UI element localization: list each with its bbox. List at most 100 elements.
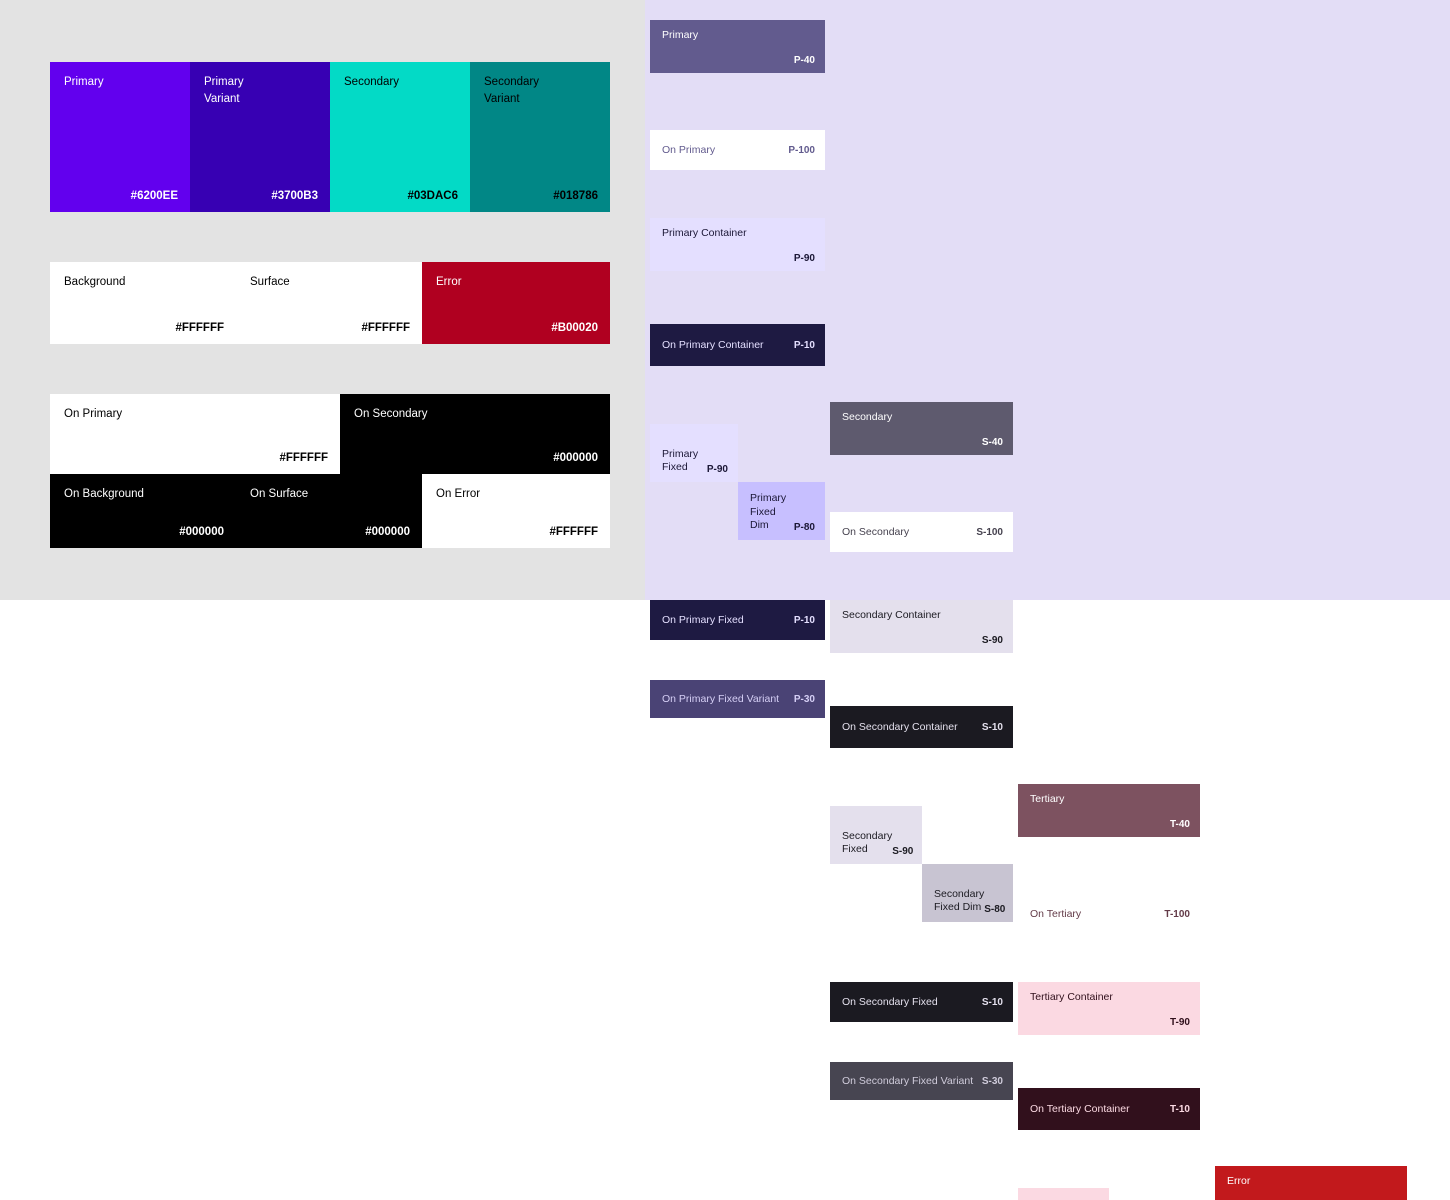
swatch-label: Secondary Container	[842, 609, 941, 621]
swatch-token: S-40	[981, 437, 1003, 448]
swatch-token: P-90	[793, 253, 815, 264]
swatch-label: Primary Container	[662, 227, 747, 239]
swatch-label: On Secondary	[842, 526, 910, 538]
m2-swatch-primary-variant[interactable]: Primary Variant #3700B3	[190, 62, 330, 212]
m3-swatch-on-tertiary[interactable]: On Tertiary T-100	[1018, 894, 1200, 934]
swatch-label: On Tertiary Container	[1030, 1103, 1130, 1115]
swatch-label: Secondary	[344, 76, 399, 88]
swatch-token: S-10	[981, 721, 1003, 733]
swatch-token: S-10	[981, 996, 1003, 1008]
swatch-label: Error	[436, 276, 462, 288]
swatch-label: On Primary Container	[662, 339, 764, 351]
swatch-token: P-40	[793, 55, 815, 66]
swatch-label: Primary Fixed	[662, 447, 699, 474]
m2-palette-panel: Primary #6200EE Primary Variant #3700B3 …	[0, 0, 645, 600]
swatch-token: T-40	[1169, 819, 1190, 830]
m3-swatch-secondary-fixed-dim[interactable]: Secondary Fixed Dim S-80	[922, 864, 1013, 922]
swatch-label: On Secondary Fixed Variant	[842, 1075, 974, 1087]
m2-swatch-background[interactable]: Background #FFFFFF	[50, 262, 236, 344]
swatch-label: Primary	[64, 76, 104, 88]
m3-swatch-tertiary[interactable]: Tertiary T-40	[1018, 784, 1200, 837]
swatch-label: Tertiary Container	[1030, 991, 1113, 1003]
m3-swatch-primary-fixed-dim[interactable]: Primary Fixed Dim P-80	[738, 482, 825, 540]
m3-swatch-tertiary-container[interactable]: Tertiary Container T-90	[1018, 982, 1200, 1035]
swatch-label: On Secondary Fixed	[842, 996, 938, 1008]
swatch-label: Background	[64, 276, 126, 288]
swatch-label: Surface	[250, 276, 290, 288]
m3-swatch-secondary[interactable]: Secondary S-40	[830, 402, 1013, 455]
m3-swatch-on-primary-fixed[interactable]: On Primary Fixed P-10	[650, 600, 825, 640]
swatch-value: #03DAC6	[407, 190, 459, 202]
swatch-token: P-10	[793, 339, 815, 351]
swatch-value: #000000	[365, 526, 410, 538]
m2-swatch-on-background[interactable]: On Background #000000	[50, 474, 236, 548]
m3-swatch-primary-fixed[interactable]: Primary Fixed P-90	[650, 424, 738, 482]
swatch-value: #B00020	[551, 322, 598, 334]
swatch-value: #FFFFFF	[549, 526, 598, 538]
m3-swatch-primary-container[interactable]: Primary Container P-90	[650, 218, 825, 271]
swatch-value: #3700B3	[271, 190, 318, 202]
m2-swatch-secondary-variant[interactable]: Secondary Variant #018786	[470, 62, 610, 212]
m2-swatch-surface[interactable]: Surface #FFFFFF	[236, 262, 422, 344]
m2-on-colors-row-bottom: On Background #000000 On Surface #000000…	[50, 474, 610, 548]
swatch-label: On Error	[436, 488, 481, 500]
swatch-token: S-80	[984, 904, 1006, 915]
swatch-label: Secondary Fixed	[842, 829, 893, 856]
m3-swatch-on-secondary-container[interactable]: On Secondary Container S-10	[830, 706, 1013, 748]
m2-core-colors-row: Primary #6200EE Primary Variant #3700B3 …	[50, 62, 610, 212]
swatch-value: #6200EE	[130, 190, 178, 202]
m3-swatch-tertiary-fixed[interactable]: Tertiary FixedT-90	[1018, 1188, 1109, 1200]
swatch-label: Primary Fixed Dim	[750, 492, 787, 532]
m3-swatch-on-secondary[interactable]: On Secondary S-100	[830, 512, 1013, 552]
m3-swatch-on-tertiary-container[interactable]: On Tertiary Container T-10	[1018, 1088, 1200, 1130]
swatch-label: Secondary Variant	[484, 76, 539, 105]
swatch-label: On Tertiary	[1030, 908, 1082, 920]
m2-swatch-on-surface[interactable]: On Surface #000000	[236, 474, 422, 548]
swatch-label: On Secondary Container	[842, 721, 958, 733]
swatch-label: On Background	[64, 488, 144, 500]
m2-swatch-primary[interactable]: Primary #6200EE	[50, 62, 190, 212]
swatch-token: S-30	[981, 1075, 1003, 1087]
m3-swatch-on-secondary-fixed[interactable]: On Secondary Fixed S-10	[830, 982, 1013, 1022]
m3-swatch-error[interactable]: ErrorE-40	[1215, 1166, 1407, 1200]
swatch-token: S-100	[976, 526, 1003, 538]
m2-swatch-on-secondary[interactable]: On Secondary #000000	[340, 394, 610, 474]
m2-swatch-secondary[interactable]: Secondary #03DAC6	[330, 62, 470, 212]
swatch-value: #018786	[553, 190, 598, 202]
m2-swatch-on-primary[interactable]: On Primary #FFFFFF	[50, 394, 340, 474]
swatch-token: T-90	[1169, 1017, 1190, 1028]
m3-tonal-columns: Primary P-40 On Primary P-100 Primary Contai…	[645, 0, 1450, 1200]
swatch-token: P-30	[793, 693, 815, 705]
material-palette-comparison: Primary #6200EE Primary Variant #3700B3 …	[0, 0, 1450, 1200]
swatch-value: #FFFFFF	[175, 322, 224, 334]
m2-on-colors-row-top: On Primary #FFFFFF On Secondary #000000	[50, 394, 610, 474]
m3-swatch-secondary-fixed[interactable]: Secondary Fixed S-90	[830, 806, 922, 864]
m3-swatch-on-secondary-fixed-variant[interactable]: On Secondary Fixed Variant S-30	[830, 1062, 1013, 1100]
m3-swatch-secondary-container[interactable]: Secondary Container S-90	[830, 600, 1013, 653]
m2-swatch-on-error[interactable]: On Error #FFFFFF	[422, 474, 610, 548]
swatch-label: Error	[1227, 1175, 1251, 1187]
m3-swatch-on-primary-fixed-variant[interactable]: On Primary Fixed Variant P-30	[650, 680, 825, 718]
swatch-token: S-90	[981, 635, 1003, 646]
swatch-token: P-10	[793, 614, 815, 626]
swatch-value: #FFFFFF	[279, 452, 328, 464]
swatch-token: T-100	[1164, 908, 1190, 920]
swatch-value: #000000	[179, 526, 224, 538]
m3-swatch-on-primary-container[interactable]: On Primary Container P-10	[650, 324, 825, 366]
m3-palette-panel: Primary P-40 On Primary P-100 Primary Contai…	[645, 0, 1450, 1200]
swatch-token: P-80	[793, 522, 815, 533]
swatch-token: S-90	[892, 846, 914, 857]
m3-swatch-on-primary[interactable]: On Primary P-100	[650, 130, 825, 170]
m2-swatch-error[interactable]: Error #B00020	[422, 262, 610, 344]
m3-swatch-primary[interactable]: Primary P-40	[650, 20, 825, 73]
swatch-value: #FFFFFF	[361, 322, 410, 334]
swatch-label: Secondary Fixed Dim	[934, 887, 985, 914]
swatch-label: On Primary Fixed Variant	[662, 693, 780, 705]
swatch-label: On Secondary	[354, 408, 428, 420]
swatch-token: T-10	[1169, 1103, 1190, 1115]
swatch-token: P-90	[706, 464, 728, 475]
swatch-label: On Primary	[662, 144, 716, 156]
swatch-token: P-100	[788, 144, 815, 156]
swatch-label: On Primary	[64, 408, 123, 420]
swatch-value: #000000	[553, 452, 598, 464]
